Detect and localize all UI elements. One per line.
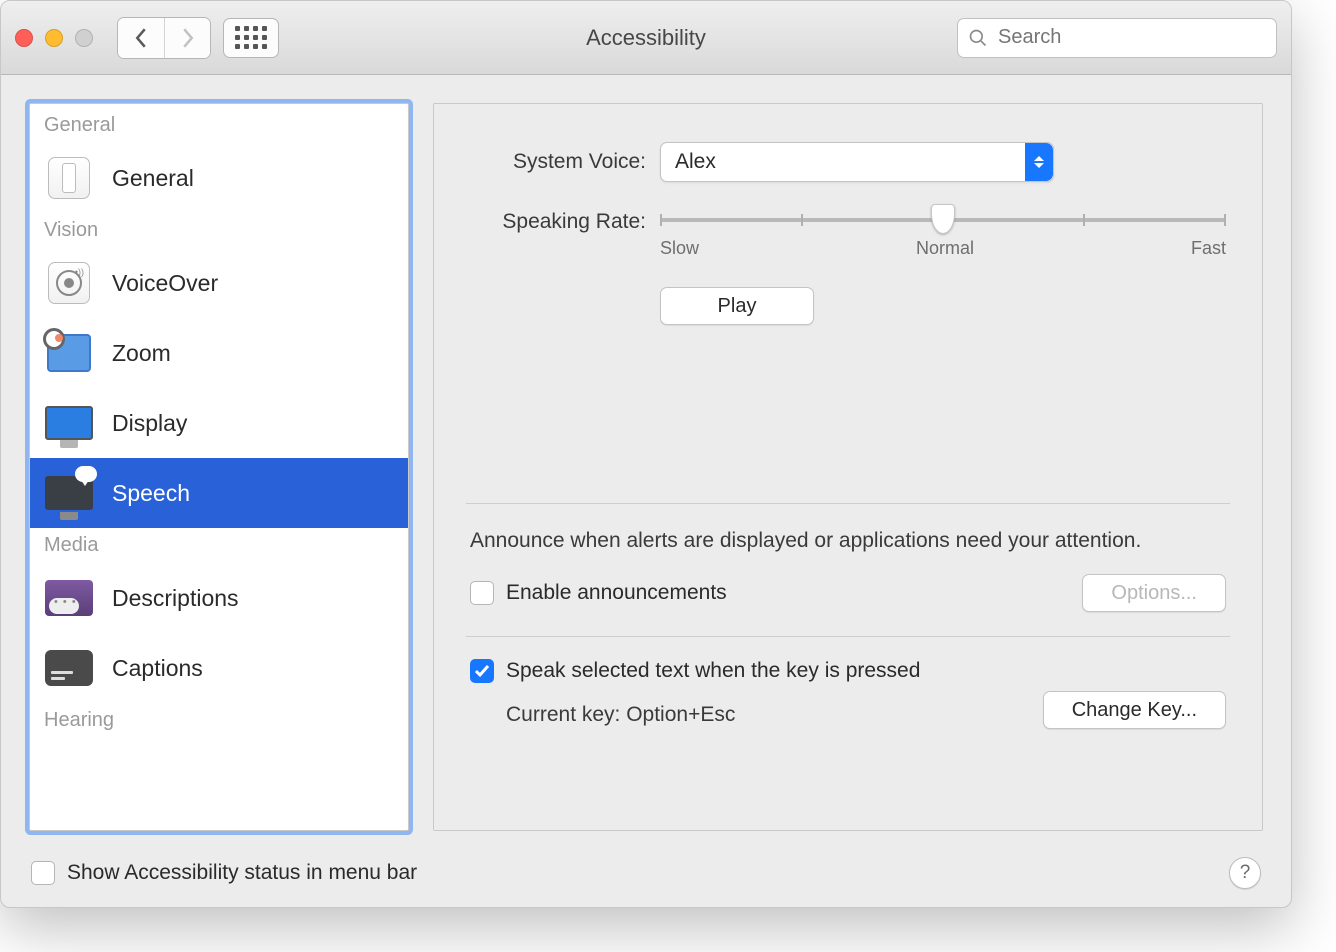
- speak-selected-label: Speak selected text when the key is pres…: [506, 659, 920, 683]
- search-icon: [968, 28, 988, 48]
- titlebar: Accessibility: [1, 1, 1291, 75]
- settings-panel: System Voice: Alex Speaking Rate:: [433, 103, 1263, 831]
- speech-icon: [44, 468, 94, 518]
- forward-button[interactable]: [164, 18, 210, 58]
- sidebar-item-label: Descriptions: [112, 585, 239, 612]
- rate-normal-label: Normal: [916, 238, 974, 259]
- play-row: Play: [470, 287, 1226, 325]
- enable-announcements-label: Enable announcements: [506, 581, 727, 605]
- back-button[interactable]: [118, 18, 164, 58]
- sidebar-item-label: Speech: [112, 480, 190, 507]
- select-stepper-icon: [1025, 143, 1053, 181]
- rate-fast-label: Fast: [1191, 238, 1226, 259]
- enable-announcements-row[interactable]: Enable announcements: [470, 581, 727, 605]
- speaking-rate-label: Speaking Rate:: [470, 210, 660, 234]
- window-traffic-lights: [15, 29, 93, 47]
- close-window-button[interactable]: [15, 29, 33, 47]
- speaking-rate-row: Speaking Rate: Slow Normal Fast: [470, 210, 1226, 259]
- sidebar-item-zoom[interactable]: Zoom: [30, 318, 408, 388]
- divider: [466, 636, 1230, 637]
- show-status-row[interactable]: Show Accessibility status in menu bar: [31, 861, 417, 885]
- group-header-media: Media: [30, 528, 408, 563]
- announcements-description: Announce when alerts are displayed or ap…: [470, 526, 1226, 556]
- show-all-button[interactable]: [223, 18, 279, 58]
- system-voice-row: System Voice: Alex: [470, 142, 1226, 182]
- enable-announcements-checkbox[interactable]: [470, 581, 494, 605]
- search-field[interactable]: [957, 18, 1277, 58]
- sidebar-item-general[interactable]: General: [30, 143, 408, 213]
- search-input[interactable]: [996, 25, 1266, 50]
- voiceover-icon: •)): [44, 258, 94, 308]
- content-area: General General Vision •)) VoiceOver Zoo…: [1, 75, 1291, 837]
- system-voice-label: System Voice:: [470, 150, 660, 174]
- play-button[interactable]: Play: [660, 287, 814, 325]
- sidebar-item-label: Captions: [112, 655, 203, 682]
- zoom-window-button[interactable]: [75, 29, 93, 47]
- rate-slow-label: Slow: [660, 238, 699, 259]
- system-voice-value: Alex: [661, 150, 716, 174]
- current-key-label: Current key: Option+Esc: [506, 703, 735, 727]
- speaking-rate-slider[interactable]: Slow Normal Fast: [660, 210, 1226, 259]
- descriptions-icon: [44, 573, 94, 623]
- sidebar-item-captions[interactable]: Captions: [30, 633, 408, 703]
- slider-thumb[interactable]: [931, 204, 955, 234]
- sidebar-item-label: Display: [112, 410, 187, 437]
- accessibility-window: Accessibility General General Vision •))…: [0, 0, 1292, 908]
- captions-icon: [44, 643, 94, 693]
- speak-selected-checkbox[interactable]: [470, 659, 494, 683]
- sidebar-item-label: VoiceOver: [112, 270, 218, 297]
- chevron-right-icon: [181, 28, 195, 48]
- chevron-left-icon: [134, 28, 148, 48]
- nav-back-forward: [117, 17, 211, 59]
- speak-selected-row[interactable]: Speak selected text when the key is pres…: [470, 659, 1226, 683]
- minimize-window-button[interactable]: [45, 29, 63, 47]
- sidebar-item-display[interactable]: Display: [30, 388, 408, 458]
- group-header-general: General: [30, 108, 408, 143]
- group-header-hearing: Hearing: [30, 703, 408, 738]
- divider: [466, 503, 1230, 504]
- change-key-button[interactable]: Change Key...: [1043, 691, 1226, 729]
- options-button[interactable]: Options...: [1082, 574, 1226, 612]
- sidebar-item-voiceover[interactable]: •)) VoiceOver: [30, 248, 408, 318]
- general-icon: [44, 153, 94, 203]
- category-sidebar[interactable]: General General Vision •)) VoiceOver Zoo…: [29, 103, 409, 831]
- show-status-checkbox[interactable]: [31, 861, 55, 885]
- footer: Show Accessibility status in menu bar ?: [1, 837, 1291, 907]
- sidebar-item-speech[interactable]: Speech: [30, 458, 408, 528]
- sidebar-item-label: Zoom: [112, 340, 171, 367]
- help-button[interactable]: ?: [1229, 857, 1261, 889]
- show-status-label: Show Accessibility status in menu bar: [67, 861, 417, 885]
- system-voice-select[interactable]: Alex: [660, 142, 1054, 182]
- sidebar-item-label: General: [112, 165, 194, 192]
- grid-icon: [235, 26, 267, 49]
- sidebar-item-descriptions[interactable]: Descriptions: [30, 563, 408, 633]
- display-icon: [44, 398, 94, 448]
- zoom-icon: [44, 328, 94, 378]
- group-header-vision: Vision: [30, 213, 408, 248]
